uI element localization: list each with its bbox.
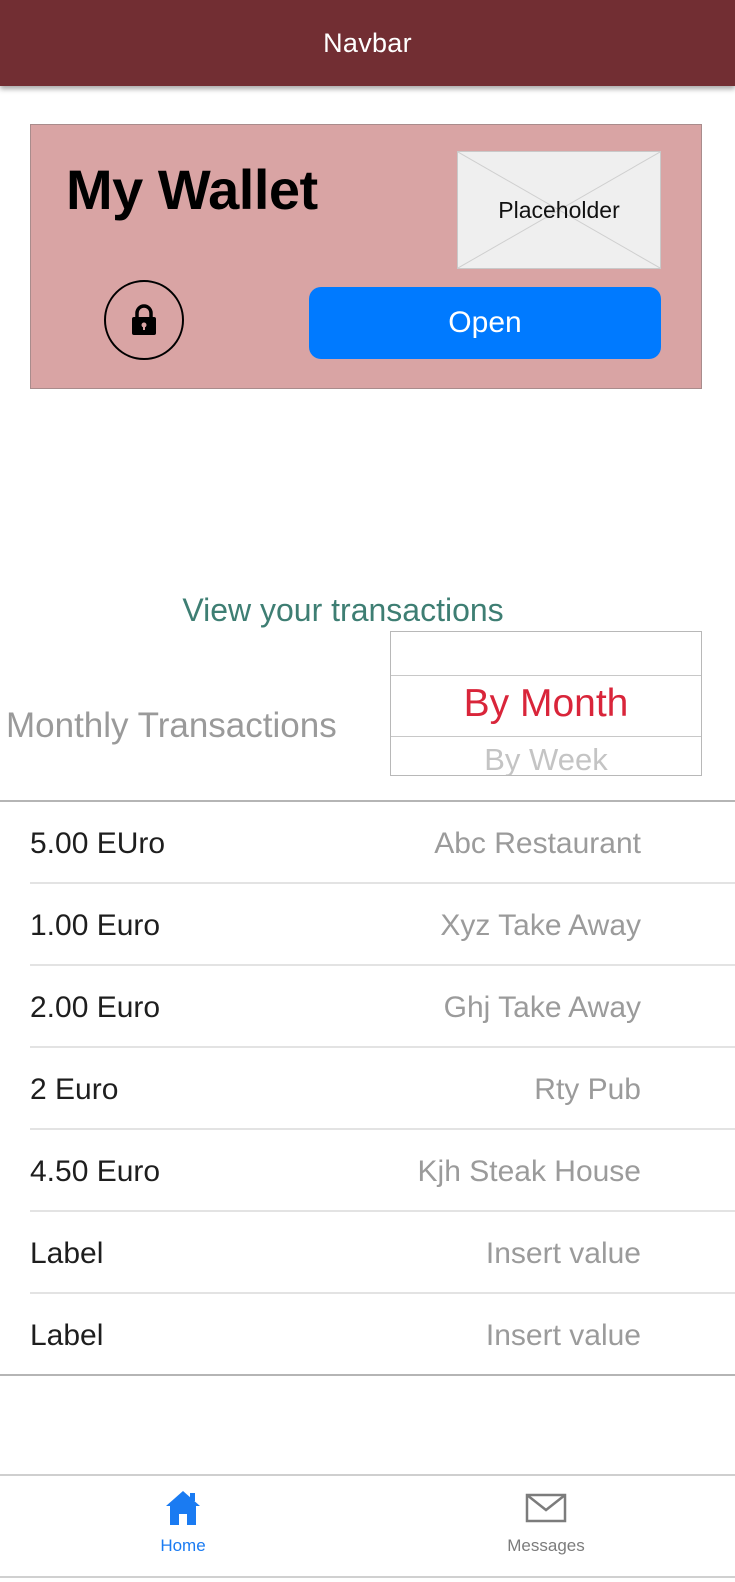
list-item[interactable]: 2.00 Euro Ghj Take Away [30,966,735,1048]
list-item[interactable]: Label Insert value [30,1212,735,1294]
row-amount: 2 Euro [30,1073,119,1106]
picker-divider [391,675,701,676]
row-merchant: Rty Pub [534,1073,641,1106]
picker-divider [391,736,701,737]
home-icon [161,1486,205,1530]
lock-icon [132,304,156,335]
row-value: Insert value [485,1319,641,1352]
row-amount: 4.50 Euro [30,1155,161,1188]
list-item[interactable]: 5.00 EUro Abc Restaurant [30,802,735,884]
placeholder-label: Placeholder [498,196,620,223]
list-item[interactable]: 2 Euro Rty Pub [30,1048,735,1130]
lock-button[interactable] [104,280,184,360]
wallet-title: My Wallet [66,158,318,221]
navbar: Navbar [0,0,735,86]
row-amount: 1.00 Euro [30,909,161,942]
picker-option-selected[interactable]: By Month [391,682,701,726]
list-item[interactable]: Label Insert value [30,1294,735,1374]
row-amount: 2.00 Euro [30,991,161,1024]
tab-home-label: Home [160,1536,206,1555]
tab-messages[interactable]: Messages [476,1486,616,1576]
row-merchant: Ghj Take Away [443,991,641,1024]
placeholder-image: Placeholder [457,151,661,269]
row-merchant: Abc Restaurant [434,827,641,860]
monthly-transactions-label: Monthly Transactions [6,706,337,745]
tab-bar: Home Messages [0,1474,735,1582]
wallet-card: My Wallet Placeholder Open [30,124,702,389]
row-merchant: Xyz Take Away [440,909,641,942]
tab-home[interactable]: Home [113,1486,253,1576]
row-value: Insert value [485,1237,641,1270]
period-picker[interactable]: By Month By Week [390,631,702,776]
picker-option-next[interactable]: By Week [391,742,701,775]
bottom-divider [0,1576,735,1578]
view-transactions-link[interactable]: View your transactions [0,592,686,629]
open-button[interactable]: Open [309,287,661,359]
row-amount: 5.00 EUro [30,827,166,860]
list-item[interactable]: 1.00 Euro Xyz Take Away [30,884,735,966]
row-label: Label [30,1237,104,1270]
transactions-list: 5.00 EUro Abc Restaurant 1.00 Euro Xyz T… [0,800,735,1376]
row-merchant: Kjh Steak House [417,1155,641,1188]
navbar-title: Navbar [323,27,412,58]
envelope-icon [524,1486,568,1530]
list-item[interactable]: 4.50 Euro Kjh Steak House [30,1130,735,1212]
tab-messages-label: Messages [507,1536,585,1555]
row-label: Label [30,1319,104,1352]
